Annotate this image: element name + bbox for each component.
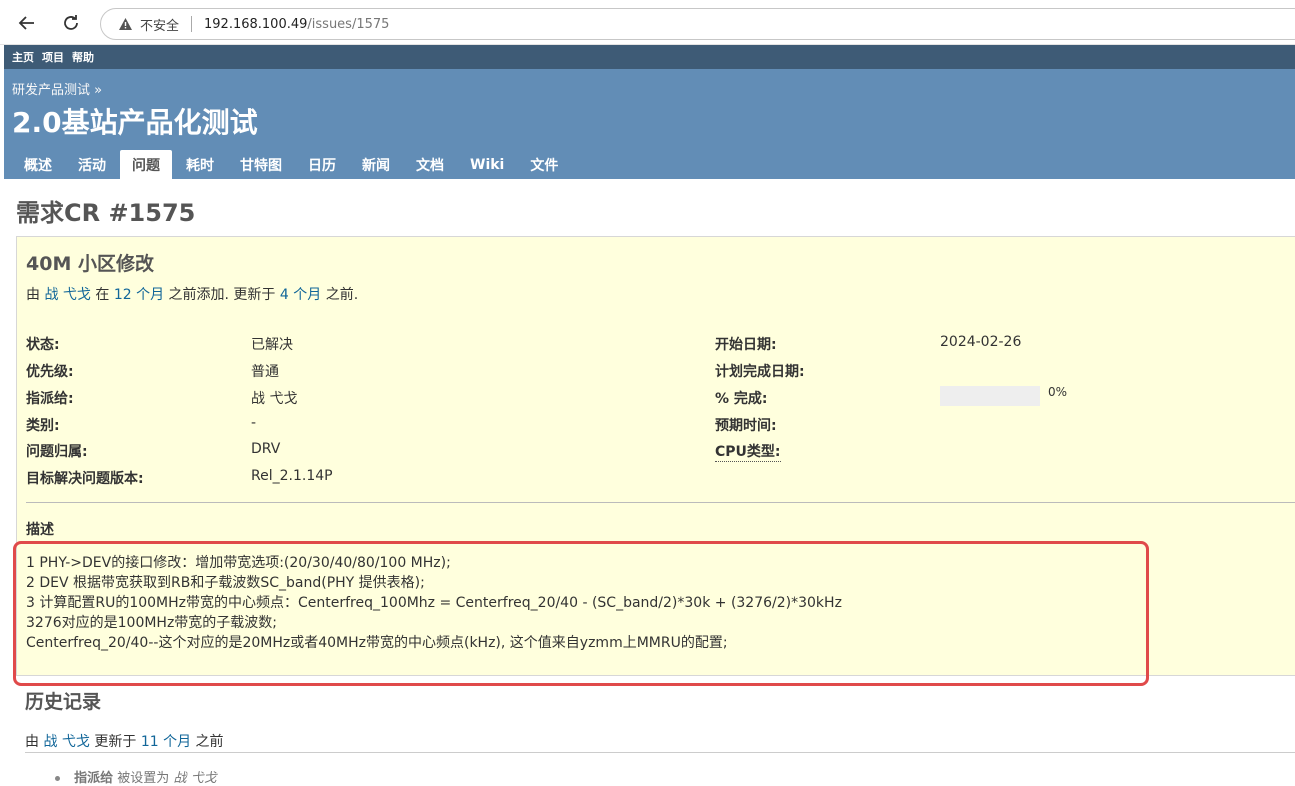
project-title: 2.0基站产品化测试 — [12, 106, 258, 139]
tab-news[interactable]: 新闻 — [350, 150, 402, 179]
back-button[interactable] — [12, 8, 42, 38]
tab-wiki[interactable]: Wiki — [458, 150, 516, 179]
tab-gantt[interactable]: 甘特图 — [228, 150, 294, 179]
assignee-link[interactable]: 战 弋戈 — [251, 388, 297, 408]
arrow-left-icon — [18, 16, 34, 30]
target-version-label: 目标解决问题版本: — [26, 471, 144, 487]
main-menu: 概述 活动 问题 耗时 甘特图 日历 新闻 文档 Wiki 文件 — [12, 150, 572, 179]
history-detail-text: 被设置为 — [117, 771, 170, 786]
top-menu: 主页 项目 帮助 — [4, 45, 1295, 69]
issue-owner-label: 问题归属: — [26, 444, 88, 460]
history-detail-field: 指派给 — [74, 771, 114, 786]
history-updated-ago-link[interactable]: 11 个月 — [141, 734, 191, 750]
tab-time-entries[interactable]: 耗时 — [174, 150, 226, 179]
added-ago-link[interactable]: 12 个月 — [114, 287, 164, 303]
done-ratio-label: % 完成: — [715, 391, 768, 407]
tab-documents[interactable]: 文档 — [404, 150, 456, 179]
history-author-line: 由 战 弋戈 更新于 11 个月 之前 — [25, 731, 224, 751]
tab-activity[interactable]: 活动 — [66, 150, 118, 179]
priority-value: 普通 — [251, 364, 279, 380]
estimated-time-label: 预期时间: — [715, 418, 777, 434]
parent-project-link[interactable]: 研发产品测试 » — [12, 79, 102, 98]
project-header: 研发产品测试 » 2.0基站产品化测试 概述 活动 问题 耗时 甘特图 日历 新… — [4, 69, 1295, 179]
issue-author-line: 由 战 弋戈 在 12 个月 之前添加. 更新于 4 个月 之前. — [26, 284, 358, 304]
category-value: - — [251, 415, 257, 431]
target-version-value: Rel_2.1.14P — [251, 468, 333, 484]
address-bar[interactable]: 不安全 192.168.100.49 /issues/1575 — [100, 8, 1295, 40]
due-date-label: 计划完成日期: — [715, 364, 805, 380]
updated-ago-link[interactable]: 4 个月 — [280, 287, 321, 303]
start-date-value: 2024-02-26 — [940, 334, 1022, 350]
author-prefix: 由 — [26, 287, 40, 303]
main-content: 需求CR #1575 40M 小区修改 由 战 弋戈 在 12 个月 之前添加.… — [4, 179, 1295, 785]
done-ratio-text: 0% — [1048, 385, 1068, 399]
done-ratio-progress-bar — [940, 386, 1040, 406]
url-host: 192.168.100.49 — [204, 16, 308, 32]
description-divider — [26, 502, 1295, 503]
description-label: 描述 — [26, 522, 54, 538]
history-detail-value: 战 弋戈 — [173, 771, 217, 786]
warning-icon[interactable] — [117, 16, 133, 32]
address-separator — [191, 16, 193, 32]
issue-owner-value: DRV — [251, 441, 281, 457]
priority-label: 优先级: — [26, 364, 74, 380]
history-updated-prefix: 更新于 — [94, 734, 137, 750]
top-menu-projects[interactable]: 项目 — [42, 49, 64, 65]
start-date-label: 开始日期: — [715, 337, 777, 353]
updated-suffix: 之前. — [325, 287, 359, 303]
history-heading: 历史记录 — [25, 691, 102, 713]
cpu-type-label: CPU类型: — [715, 441, 781, 462]
tab-issues[interactable]: 问题 — [120, 150, 172, 179]
url-path: /issues/1575 — [307, 16, 390, 32]
history-updated-suffix: 之前 — [195, 734, 224, 750]
bullet-icon — [55, 776, 60, 781]
history-author-prefix: 由 — [25, 734, 39, 750]
history-author-link[interactable]: 战 弋戈 — [43, 734, 89, 750]
insecure-label: 不安全 — [140, 18, 180, 34]
reload-button[interactable] — [56, 8, 86, 38]
history-detail-item: 指派给 被设置为 战 弋戈 — [55, 767, 217, 786]
category-label: 类别: — [26, 418, 60, 434]
description-highlight-box — [13, 541, 1149, 686]
browser-toolbar: 不安全 192.168.100.49 /issues/1575 — [0, 0, 1295, 45]
assignee-label: 指派给: — [26, 391, 74, 407]
added-prefix: 在 — [95, 287, 110, 303]
history-divider — [25, 752, 1295, 753]
reload-icon — [64, 15, 78, 30]
issue-heading: 需求CR #1575 — [16, 199, 196, 227]
author-link[interactable]: 战 弋戈 — [44, 287, 90, 303]
tab-calendar[interactable]: 日历 — [296, 150, 348, 179]
status-value: 已解决 — [251, 337, 293, 353]
top-menu-help[interactable]: 帮助 — [72, 49, 94, 65]
tab-overview[interactable]: 概述 — [12, 150, 64, 179]
top-menu-home[interactable]: 主页 — [12, 49, 34, 65]
added-suffix: 之前添加. 更新于 — [168, 287, 276, 303]
tab-files[interactable]: 文件 — [518, 150, 570, 179]
status-label: 状态: — [26, 337, 60, 353]
issue-subject: 40M 小区修改 — [26, 253, 154, 275]
